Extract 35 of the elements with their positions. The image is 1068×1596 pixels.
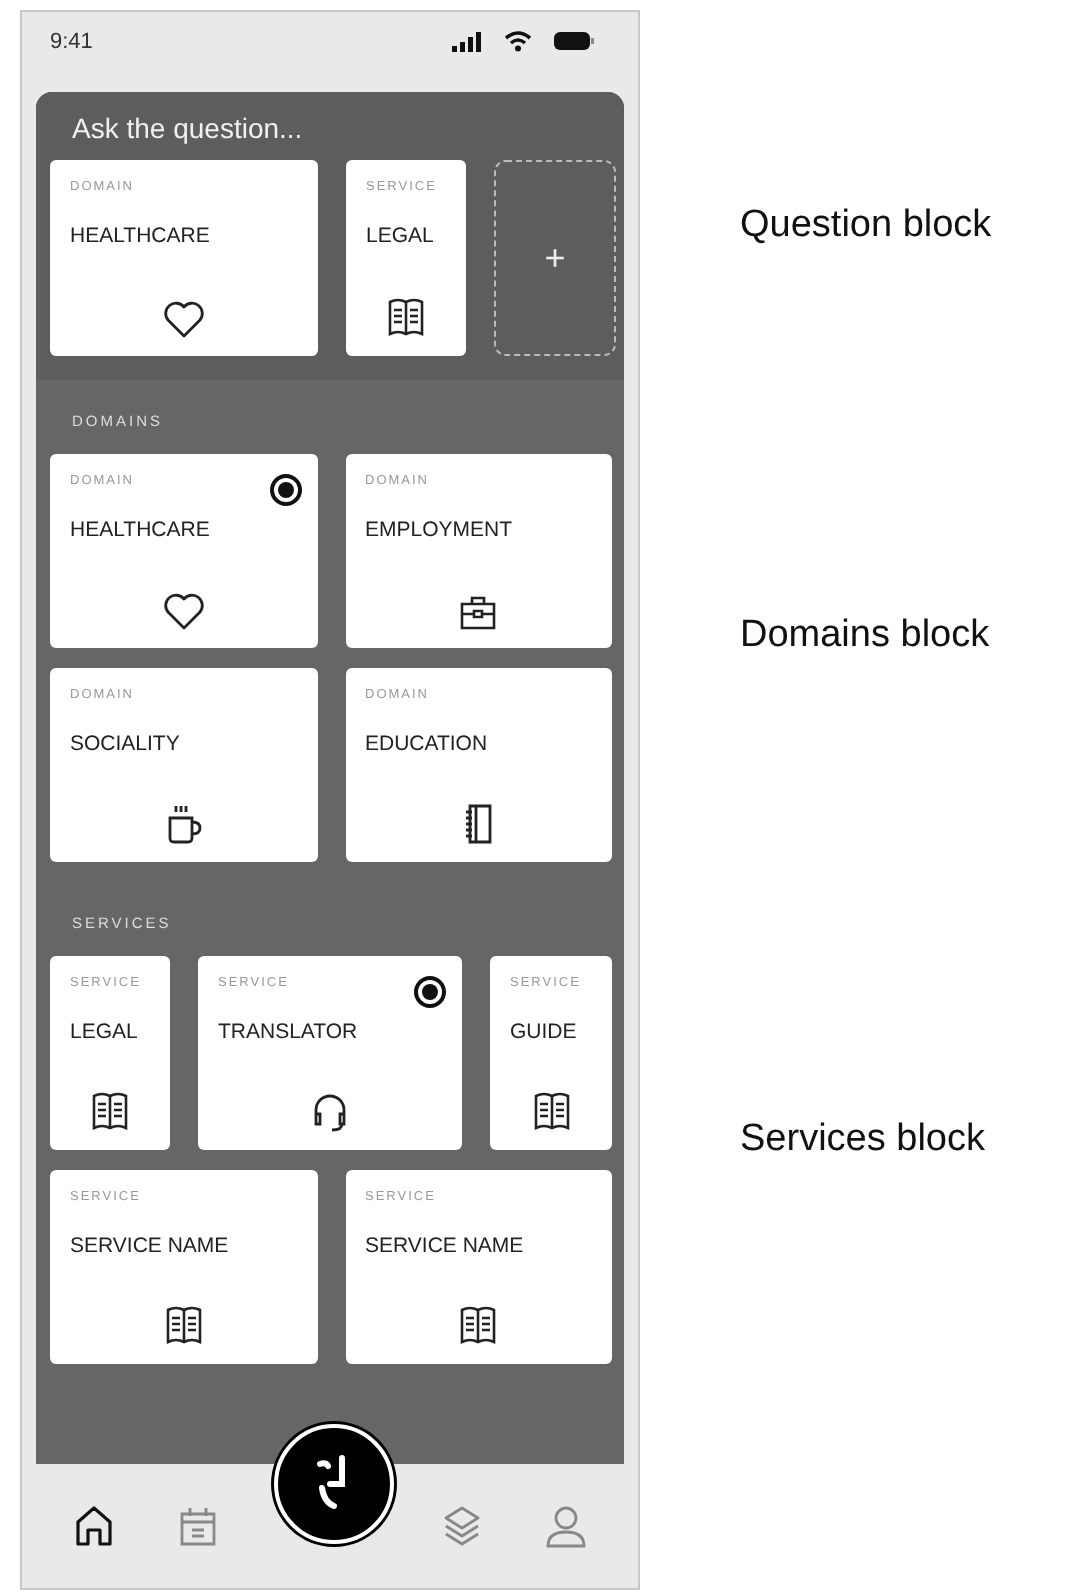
book-icon	[531, 1090, 571, 1134]
headset-icon	[310, 1090, 350, 1134]
card-title: TRANSLATOR	[218, 1020, 360, 1044]
signal-icon	[452, 31, 482, 51]
mug-icon	[163, 802, 204, 846]
card-title: SERVICE NAME	[70, 1234, 231, 1258]
card-title: SERVICE NAME	[365, 1234, 526, 1258]
notebook-icon	[462, 802, 495, 846]
card-title: HEALTHCARE	[70, 518, 212, 542]
card-title: GUIDE	[510, 1020, 579, 1044]
book-icon	[90, 1090, 130, 1134]
layers-icon[interactable]	[442, 1504, 482, 1548]
battery-icon	[554, 32, 594, 50]
home-icon[interactable]	[74, 1504, 114, 1548]
heart-icon	[162, 300, 206, 340]
wifi-icon	[504, 30, 532, 52]
block-annotation: Services block	[740, 1118, 987, 1162]
card-title: LEGAL	[70, 1020, 140, 1044]
card-title: EDUCATION	[365, 732, 490, 756]
book-icon	[458, 1304, 499, 1348]
add-button[interactable]: +	[494, 160, 616, 356]
status-time: 9:41	[50, 30, 93, 54]
calendar-icon[interactable]	[178, 1504, 218, 1548]
card-title: HEALTHCARE	[70, 224, 212, 248]
book-icon	[386, 296, 426, 340]
question-prompt: Ask the question...	[72, 112, 305, 144]
heart-icon	[161, 592, 206, 632]
card-title: EMPLOYMENT	[365, 518, 515, 542]
profile-icon[interactable]	[544, 1504, 588, 1548]
card-title: SOCIALITY	[70, 732, 182, 756]
briefcase-icon	[458, 592, 499, 632]
book-icon	[163, 1304, 204, 1348]
block-annotation: Question block	[740, 204, 992, 248]
card-title: LEGAL	[366, 224, 436, 248]
block-annotation: Domains block	[740, 614, 992, 658]
